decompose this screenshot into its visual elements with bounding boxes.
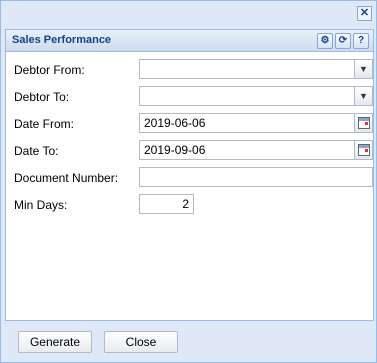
panel-header: Sales Performance ⚙ ⟳ ? bbox=[6, 30, 373, 52]
min-days-row: Min Days: 2 bbox=[6, 194, 373, 216]
date-from-value: 2019-06-06 bbox=[144, 116, 206, 130]
generate-button[interactable]: Generate bbox=[18, 331, 92, 353]
debtor-from-row: Debtor From: ▼ bbox=[6, 59, 373, 81]
debtor-to-combo[interactable]: ▼ bbox=[139, 86, 373, 106]
panel-tools: ⚙ ⟳ ? bbox=[317, 33, 369, 49]
min-days-label: Min Days: bbox=[14, 198, 68, 212]
sales-performance-panel: Sales Performance ⚙ ⟳ ? Debtor From: ▼ D… bbox=[5, 29, 374, 321]
help-icon[interactable]: ? bbox=[353, 33, 369, 49]
date-from-field[interactable]: 2019-06-06 bbox=[139, 113, 373, 133]
date-from-row: Date From: 2019-06-06 bbox=[6, 113, 373, 135]
refresh-icon[interactable]: ⟳ bbox=[335, 33, 351, 49]
date-to-value: 2019-09-06 bbox=[144, 143, 206, 157]
debtor-from-combo[interactable]: ▼ bbox=[139, 59, 373, 79]
debtor-to-row: Debtor To: ▼ bbox=[6, 86, 373, 108]
min-days-input[interactable]: 2 bbox=[139, 194, 194, 214]
date-to-label: Date To: bbox=[14, 144, 59, 158]
gear-icon[interactable]: ⚙ bbox=[317, 33, 333, 49]
document-number-input[interactable] bbox=[139, 167, 373, 187]
debtor-to-label: Debtor To: bbox=[14, 90, 70, 104]
dialog-window: ✕ Sales Performance ⚙ ⟳ ? Debtor From: ▼… bbox=[0, 0, 377, 363]
document-number-row: Document Number: bbox=[6, 167, 373, 189]
chevron-down-icon[interactable]: ▼ bbox=[354, 60, 372, 78]
chevron-down-icon[interactable]: ▼ bbox=[354, 87, 372, 105]
calendar-icon[interactable] bbox=[354, 141, 372, 159]
date-from-label: Date From: bbox=[14, 117, 75, 131]
date-to-row: Date To: 2019-09-06 bbox=[6, 140, 373, 162]
date-to-field[interactable]: 2019-09-06 bbox=[139, 140, 373, 160]
panel-title: Sales Performance bbox=[12, 34, 112, 46]
close-button[interactable]: Close bbox=[104, 331, 178, 353]
debtor-from-label: Debtor From: bbox=[14, 63, 85, 77]
document-number-label: Document Number: bbox=[14, 171, 119, 185]
calendar-icon[interactable] bbox=[354, 114, 372, 132]
close-icon[interactable]: ✕ bbox=[357, 6, 372, 21]
